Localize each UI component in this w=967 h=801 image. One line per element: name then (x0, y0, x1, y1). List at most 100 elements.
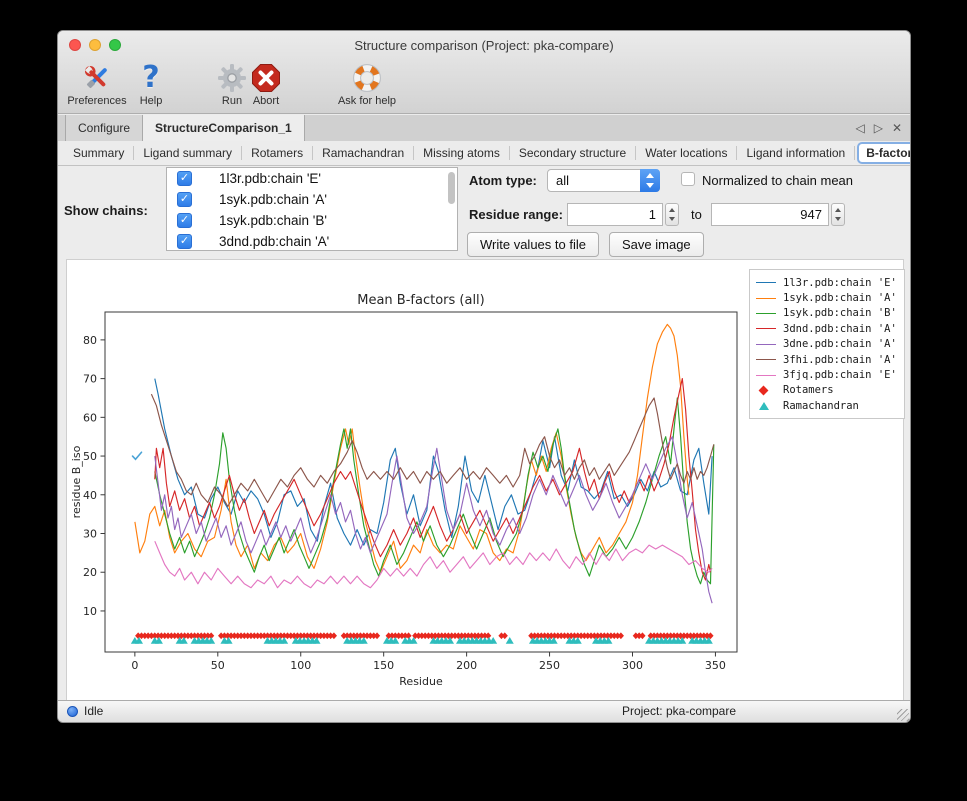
tab-scroll-right-icon[interactable]: ▷ (874, 121, 883, 135)
tab-scroll-left-icon[interactable]: ◁ (855, 121, 864, 135)
svg-text:10: 10 (83, 605, 97, 618)
tab-configure[interactable]: Configure (65, 115, 143, 141)
range-to-input[interactable] (711, 203, 829, 226)
chain-checkbox[interactable]: ✓ (177, 171, 192, 186)
series-line (151, 394, 713, 506)
range-from-stepper[interactable] (665, 203, 679, 226)
svg-text:60: 60 (83, 411, 97, 424)
diamond-marker (405, 632, 411, 639)
diamond-marker (618, 632, 624, 639)
tab-summary[interactable]: Summary (64, 146, 134, 160)
diamond-marker (502, 632, 508, 639)
help-button[interactable]: ? Help (133, 61, 169, 107)
legend-swatch (756, 359, 777, 360)
range-to-word: to (691, 207, 702, 222)
legend-entry: Rotamers (756, 383, 898, 398)
svg-text:0: 0 (131, 659, 138, 672)
legend-label: 3dne.pdb:chain 'A' (783, 338, 897, 350)
check-mark-annotation (133, 452, 142, 459)
svg-text:150: 150 (373, 659, 394, 672)
legend-entry: 1l3r.pdb:chain 'E' (756, 275, 898, 290)
triangle-marker (506, 637, 514, 644)
bfactor-plot-panel: Mean B-factors (all)05010015020025030035… (66, 259, 904, 701)
svg-text:30: 30 (83, 528, 97, 541)
atom-type-label: Atom type: (469, 173, 537, 188)
tab-rotamers[interactable]: Rotamers (242, 146, 313, 160)
lifebuoy-icon (325, 61, 409, 94)
svg-text:20: 20 (83, 566, 97, 579)
chain-row[interactable]: ✓ 1l3r.pdb:chain 'E' (167, 168, 457, 189)
tab-close-icon[interactable]: ✕ (892, 121, 902, 135)
chain-row[interactable]: ✓ 3dnd.pdb:chain 'A' (167, 231, 457, 251)
status-text: Idle (84, 704, 103, 718)
svg-text:residue B_iso: residue B_iso (70, 445, 83, 518)
legend-swatch (756, 344, 777, 345)
chain-row[interactable]: ✓ 1syk.pdb:chain 'A' (167, 189, 457, 210)
toolbar: Preferences ? Help Run (58, 59, 910, 113)
legend-swatch (756, 402, 777, 410)
status-indicator-icon (67, 706, 78, 717)
legend-entry: 3dne.pdb:chain 'A' (756, 337, 898, 352)
legend-swatch (756, 328, 777, 329)
chain-list-scrollbar[interactable] (448, 172, 455, 204)
tab-water-locations[interactable]: Water locations (636, 146, 737, 160)
titlebar[interactable]: Structure comparison (Project: pka-compa… (58, 31, 910, 59)
document-tab-bar: Configure StructureComparison_1 ◁ ▷ ✕ (58, 115, 910, 142)
legend-swatch (756, 387, 777, 394)
atom-type-select[interactable]: all (547, 169, 660, 192)
svg-text:200: 200 (456, 659, 477, 672)
tab-ligand-summary[interactable]: Ligand summary (134, 146, 242, 160)
chain-checkbox[interactable]: ✓ (177, 192, 192, 207)
chain-checkbox[interactable]: ✓ (177, 234, 192, 249)
svg-text:80: 80 (83, 334, 97, 347)
preferences-button[interactable]: Preferences (62, 61, 132, 107)
legend-label: 3dnd.pdb:chain 'A' (783, 323, 897, 335)
legend-entry: 3fhi.pdb:chain 'A' (756, 352, 898, 367)
legend-entry: 1syk.pdb:chain 'A' (756, 290, 898, 305)
dropdown-arrows-icon (640, 169, 660, 192)
legend-swatch (756, 298, 777, 299)
tab-missing-atoms[interactable]: Missing atoms (414, 146, 510, 160)
legend-swatch (756, 282, 777, 283)
status-bar: Idle Project: pka-compare (58, 700, 910, 722)
chain-checkbox[interactable]: ✓ (177, 213, 192, 228)
app-window: Structure comparison (Project: pka-compa… (57, 30, 911, 723)
range-to-stepper[interactable] (831, 203, 845, 226)
legend-label: 1syk.pdb:chain 'A' (783, 292, 897, 304)
legend-swatch (756, 313, 777, 314)
project-label: Project: pka-compare (622, 704, 736, 718)
normalized-label: Normalized to chain mean (702, 173, 853, 188)
svg-text:70: 70 (83, 373, 97, 386)
ask-for-help-button[interactable]: Ask for help (325, 61, 409, 107)
legend-label: 3fhi.pdb:chain 'A' (783, 354, 897, 366)
save-image-button[interactable]: Save image (609, 232, 704, 257)
legend-swatch (756, 375, 777, 376)
legend-label: Rotamers (783, 384, 834, 396)
window-header: Structure comparison (Project: pka-compa… (58, 31, 910, 114)
tab-ligand-information[interactable]: Ligand information (737, 146, 855, 160)
legend-label: 1l3r.pdb:chain 'E' (783, 277, 897, 289)
abort-button[interactable]: Abort (243, 61, 289, 107)
svg-text:50: 50 (83, 450, 97, 463)
tab-ramachandran[interactable]: Ramachandran (313, 146, 414, 160)
svg-text:100: 100 (290, 659, 311, 672)
residue-range-label: Residue range: (469, 207, 563, 222)
write-values-button[interactable]: Write values to file (467, 232, 599, 257)
resize-grip[interactable] (897, 709, 909, 721)
legend-label: 1syk.pdb:chain 'B' (783, 307, 897, 319)
normalized-checkbox[interactable] (681, 172, 695, 186)
series-line (155, 541, 712, 588)
svg-text:50: 50 (211, 659, 225, 672)
chain-list[interactable]: ✓ 1l3r.pdb:chain 'E' ✓ 1syk.pdb:chain 'A… (166, 167, 458, 251)
legend-label: Ramachandran (783, 400, 859, 412)
tab-structurecomparison-1[interactable]: StructureComparison_1 (143, 115, 305, 141)
svg-text:300: 300 (622, 659, 643, 672)
range-from-input[interactable] (567, 203, 663, 226)
tools-icon (62, 61, 132, 94)
legend-entry: 3fjq.pdb:chain 'E' (756, 367, 898, 382)
tab-b-factors[interactable]: B-factors (857, 142, 911, 164)
chain-row[interactable]: ✓ 1syk.pdb:chain 'B' (167, 210, 457, 231)
diamond-marker (331, 632, 337, 639)
diamond-marker (374, 632, 380, 639)
tab-secondary-structure[interactable]: Secondary structure (510, 146, 636, 160)
